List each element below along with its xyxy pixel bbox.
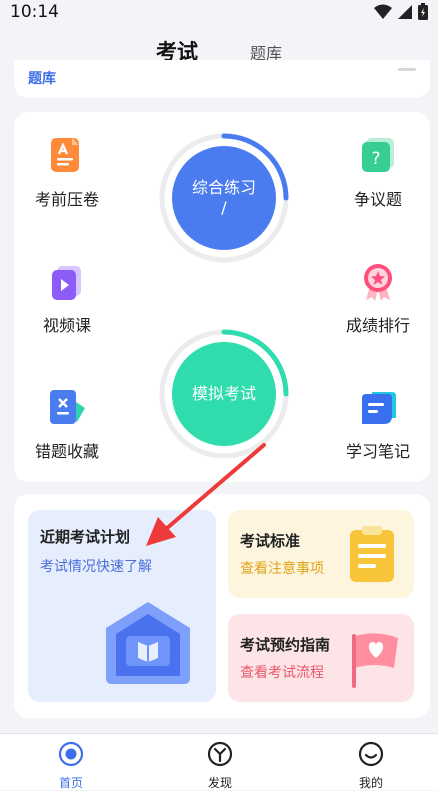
battery-icon	[418, 3, 428, 20]
comprehensive-practice-core: 综合练习 /	[172, 146, 276, 250]
status-time: 10:14	[10, 2, 59, 22]
feature-mistakes[interactable]: 错题收藏	[12, 388, 122, 462]
heart-flag-icon	[352, 633, 398, 688]
feature-video-label: 视频课	[42, 316, 91, 335]
comprehensive-practice-label: 综合练习	[191, 178, 256, 197]
question-bank-card-label: 题库	[28, 71, 56, 87]
smiley-icon	[358, 741, 384, 767]
feature-disputed[interactable]: ? 争议题	[323, 136, 433, 210]
feature-mistakes-label: 错题收藏	[34, 442, 99, 461]
clipboard-icon	[350, 526, 394, 582]
mistake-book-icon	[47, 388, 87, 428]
exam-standard-subtitle: 查看注意事项	[240, 561, 324, 577]
nav-mine[interactable]: 我的	[341, 740, 401, 791]
notes-icon	[358, 388, 398, 428]
exam-paper-icon	[47, 136, 87, 176]
bottom-nav: 首页 发现 我的	[0, 733, 438, 790]
comprehensive-practice-sub: /	[221, 198, 227, 217]
feature-disputed-label: 争议题	[353, 190, 402, 209]
feature-card: 考前压卷 ? 争议题 视频课 成绩排行 错题收藏 学习笔记 综合练习 / 模拟考…	[14, 112, 430, 482]
feature-notes-label: 学习笔记	[345, 442, 410, 461]
nav-mine-label: 我的	[358, 776, 383, 790]
nav-discover-label: 发现	[207, 776, 232, 790]
card-handle	[398, 68, 416, 71]
wifi-icon	[374, 4, 392, 19]
question-mark: ?	[371, 149, 380, 169]
exam-appointment-guide-subtitle: 查看考试流程	[240, 665, 324, 681]
comprehensive-practice-button[interactable]: 综合练习 /	[158, 132, 290, 264]
feature-ranking[interactable]: 成绩排行	[323, 262, 433, 336]
nav-home[interactable]: 首页	[41, 740, 101, 791]
status-bar: 10:14	[0, 0, 438, 26]
feature-pre-exam[interactable]: 考前压卷	[12, 136, 122, 210]
recent-exam-plan-title: 近期考试计划	[40, 528, 131, 546]
question-card-icon: ?	[358, 136, 398, 176]
signal-icon	[398, 4, 412, 19]
exam-standard-title: 考试标准	[240, 532, 301, 550]
recent-exam-plan-subtitle: 考试情况快速了解	[40, 559, 152, 575]
feature-notes[interactable]: 学习笔记	[323, 388, 433, 462]
exam-standard-card[interactable]: 考试标准 查看注意事项	[228, 510, 414, 598]
exam-appointment-guide-title: 考试预约指南	[240, 636, 331, 654]
discover-icon	[207, 741, 233, 767]
recent-exam-plan-card[interactable]: 近期考试计划 考试情况快速了解	[28, 510, 216, 702]
book-house-icon	[106, 602, 190, 684]
exam-appointment-guide-card[interactable]: 考试预约指南 查看考试流程	[228, 614, 414, 702]
feature-video[interactable]: 视频课	[12, 262, 122, 336]
medal-icon	[358, 262, 398, 302]
video-icon	[47, 262, 87, 302]
question-bank-card[interactable]: 题库	[14, 60, 430, 98]
mock-exam-button[interactable]: 模拟考试	[158, 328, 290, 460]
feature-ranking-label: 成绩排行	[345, 316, 410, 335]
feature-pre-exam-label: 考前压卷	[34, 190, 99, 209]
nav-discover[interactable]: 发现	[190, 740, 250, 791]
nav-home-label: 首页	[58, 776, 83, 790]
mock-exam-label: 模拟考试	[191, 384, 256, 403]
mock-exam-core: 模拟考试	[172, 342, 276, 446]
status-icons	[374, 3, 428, 20]
home-target-icon	[58, 741, 84, 767]
